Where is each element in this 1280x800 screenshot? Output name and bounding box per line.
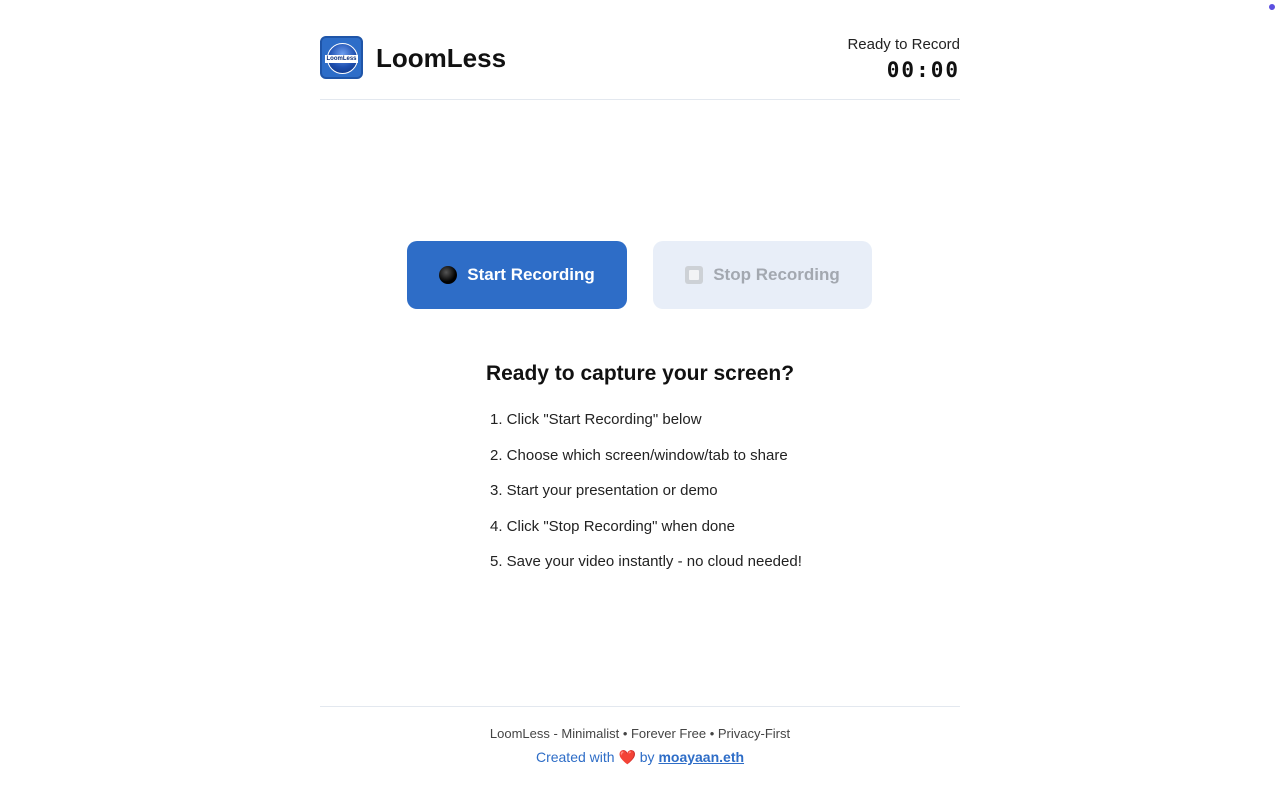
footer: LoomLess - Minimalist • Forever Free • P… bbox=[320, 706, 960, 766]
header: LoomLess LoomLess Ready to Record 00:00 bbox=[320, 0, 960, 100]
instruction-step: 3. Start your presentation or demo bbox=[490, 482, 718, 499]
instruction-step: 4. Click "Stop Recording" when done bbox=[490, 517, 735, 535]
record-dot-icon bbox=[439, 266, 458, 284]
start-recording-button[interactable]: Start Recording bbox=[407, 241, 627, 309]
instruction-step: 1. Click "Start Recording" below bbox=[490, 411, 702, 428]
stop-square-icon bbox=[685, 266, 704, 284]
recording-timer: 00:00 bbox=[886, 58, 960, 82]
instructions-title: Ready to capture your screen? bbox=[485, 362, 795, 385]
instructions-list: 1. Click "Start Recording" below 2. Choo… bbox=[490, 410, 802, 588]
heart-icon: ❤️ bbox=[618, 749, 636, 765]
app-container: LoomLess LoomLess Ready to Record 00:00 … bbox=[320, 0, 960, 800]
app-logo: LoomLess bbox=[320, 36, 363, 79]
status-label: Ready to Record bbox=[847, 36, 960, 53]
stop-recording-button[interactable]: Stop Recording bbox=[653, 241, 872, 309]
status-dot bbox=[1269, 4, 1275, 10]
credit-by: by bbox=[639, 749, 655, 765]
credit-prefix: Created with bbox=[535, 749, 615, 765]
start-recording-label: Start Recording bbox=[467, 265, 595, 284]
logo-text: LoomLess bbox=[325, 55, 358, 63]
app-title: LoomLess bbox=[376, 43, 507, 73]
instruction-step: 2. Choose which screen/window/tab to sha… bbox=[490, 446, 788, 464]
footer-tagline: LoomLess - Minimalist • Forever Free • P… bbox=[489, 726, 791, 741]
stop-recording-label: Stop Recording bbox=[713, 265, 840, 284]
recording-status: Ready to Record 00:00 bbox=[847, 35, 960, 84]
instruction-step: 5. Save your video instantly - no cloud … bbox=[490, 553, 802, 570]
footer-credit: Created with ❤️ by moayaan.eth bbox=[320, 748, 960, 766]
author-link[interactable]: moayaan.eth bbox=[658, 749, 744, 765]
